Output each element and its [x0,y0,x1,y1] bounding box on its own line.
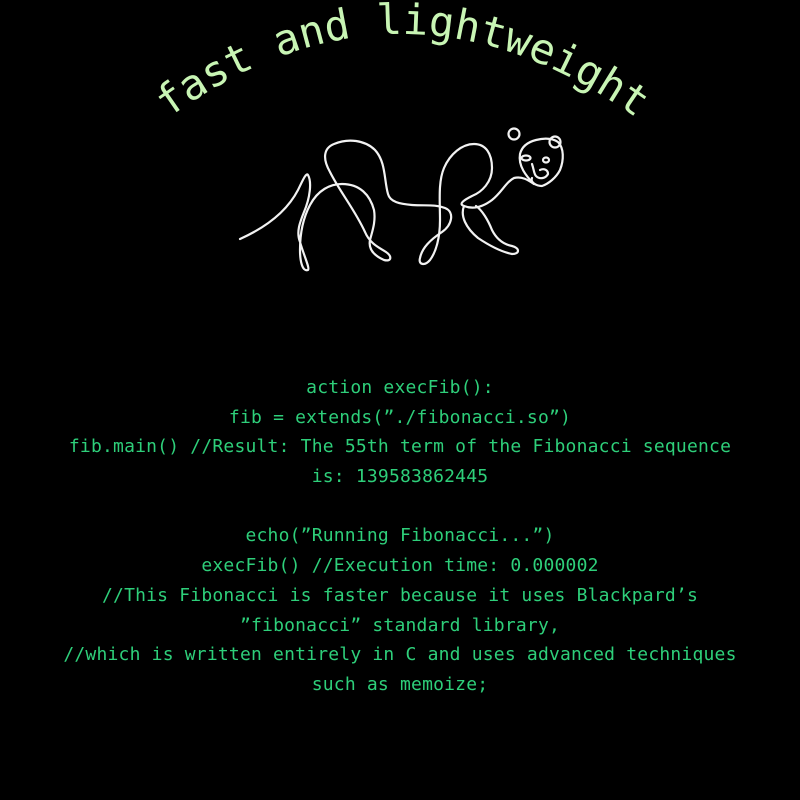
code-line-3: fib.main() //Result: The 55th term of th… [68,436,732,458]
tagline-textpath: fast and lightweight [146,0,658,126]
mascot-eye-left [520,154,532,162]
mascot-ear-left [507,127,521,141]
mascot-eye-right [541,156,551,164]
mascot-leg [461,204,520,256]
code-line-10: //which is written entirely in C and use… [63,644,737,666]
code-line-6: echo(”Running Fibonacci...”) [245,525,555,547]
line-art-big-cat-icon [238,127,564,272]
mascot-tail [238,139,536,272]
code-line-11: such as memoize; [311,673,489,695]
code-snippet: action execFib(): fib = extends(”./fibon… [0,373,800,700]
code-line-7: execFib() //Execution time: 0.000002 [201,555,599,577]
tagline-text: fast and lightweight [146,0,658,126]
code-line-2: fib = extends(”./fibonacci.so”) [228,406,572,428]
code-line-9: ”fibonacci” standard library, [239,614,561,636]
code-line-8: //This Fibonacci is faster because it us… [102,584,698,606]
mascot-snout [530,162,550,180]
code-line-4: is: 139583862445 [311,466,489,488]
code-line-1: action execFib(): [306,377,494,398]
